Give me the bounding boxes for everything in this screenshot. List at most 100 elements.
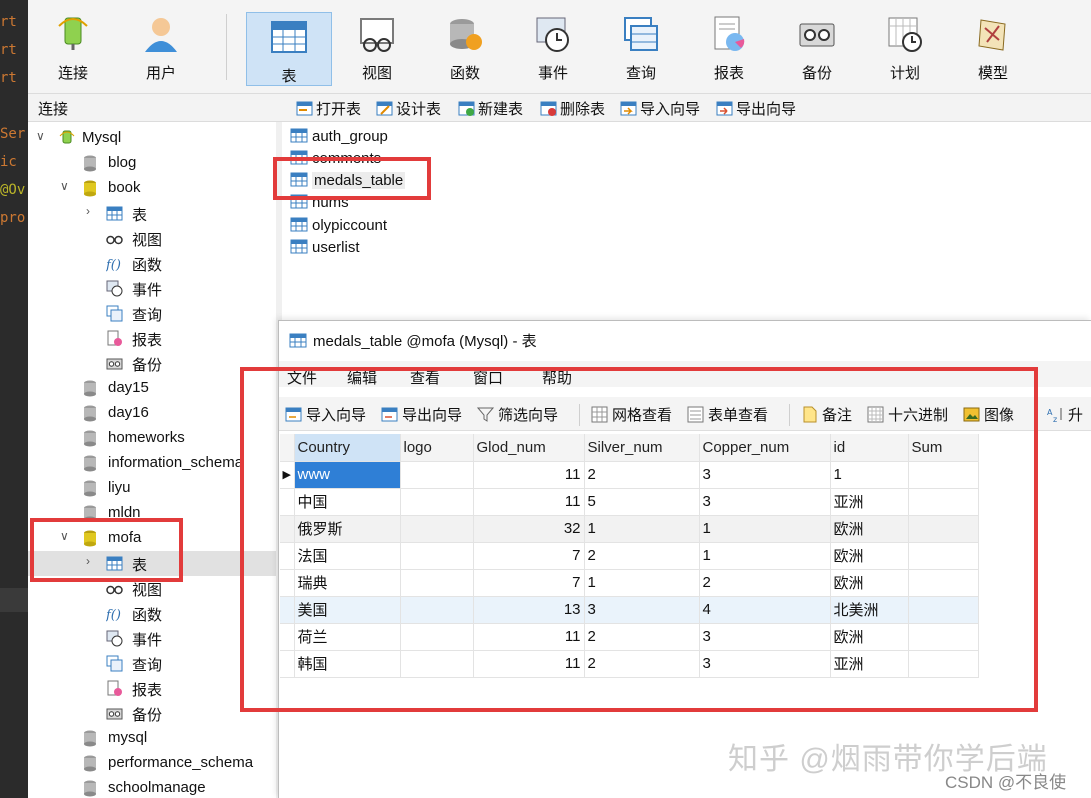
toolbar-separator	[226, 14, 227, 80]
tree-node-database[interactable]: schoolmanage	[28, 776, 282, 798]
code-line: @Ov	[0, 182, 26, 198]
tree-node-label: performance_schema	[108, 754, 254, 771]
toolbar-report-button[interactable]: 报表	[686, 10, 772, 88]
tree-node-label: 查询	[132, 307, 163, 324]
tree-node-label: blog	[108, 154, 137, 171]
database-icon	[84, 480, 96, 497]
export-wizard-icon	[716, 101, 733, 116]
object-toolbar: 打开表 设计表 新建表 删除表 导入向导 导出向导	[282, 94, 1091, 122]
database-icon	[84, 405, 96, 422]
backup-folder-icon	[106, 708, 123, 720]
tree-node-label: schoolmanage	[108, 779, 206, 796]
sort-ascending-label: 升	[1068, 407, 1084, 424]
open-table-button[interactable]: 打开表	[296, 98, 361, 118]
backup-folder-icon	[106, 358, 123, 370]
connection-icon	[58, 17, 88, 50]
toolbar-connection-button[interactable]: 连接	[30, 10, 116, 88]
tree-node-database[interactable]: mysql	[28, 726, 282, 751]
tree-node-tables-folder[interactable]: › 表	[28, 201, 282, 226]
event-folder-icon	[106, 630, 123, 647]
design-table-label: 设计表	[396, 101, 442, 118]
table-window-title: medals_table @mofa (Mysql) - 表	[313, 333, 537, 350]
toolbar-backup-button[interactable]: 备份	[774, 10, 860, 88]
watermark-csdn: CSDN @不良使	[945, 773, 1067, 792]
toolbar-function-button[interactable]: 函数	[422, 10, 508, 88]
expand-open-icon[interactable]: ∨	[36, 129, 45, 143]
annotation-box-medals-table	[273, 157, 431, 200]
open-table-label: 打开表	[316, 101, 362, 118]
tree-node-events-folder[interactable]: 事件	[28, 276, 282, 301]
export-wizard-button[interactable]: 导出向导	[716, 98, 796, 118]
toolbar-label: 事件	[537, 65, 568, 82]
table-list-item-label: userlist	[312, 239, 360, 256]
tree-node-mysql-connection[interactable]: ∨ Mysql	[28, 126, 282, 151]
open-table-icon	[296, 101, 313, 116]
query-icon	[624, 17, 658, 51]
table-icon	[290, 217, 308, 232]
connection-panel-header: 连接	[28, 94, 282, 122]
toolbar-table-button[interactable]: 表	[246, 12, 332, 86]
toolbar-label: 视图	[361, 65, 392, 82]
expand-open-icon[interactable]: ∨	[60, 179, 69, 193]
toolbar-model-button[interactable]: 模型	[950, 10, 1036, 88]
tree-node-reports-folder[interactable]: 报表	[28, 326, 282, 351]
tree-node-label: information_schema	[108, 454, 244, 471]
tree-node-label: 事件	[132, 632, 163, 649]
toolbar-label: 备份	[801, 65, 832, 82]
database-icon	[84, 755, 96, 772]
tree-node-label: 视图	[132, 232, 163, 249]
new-table-icon	[458, 101, 475, 116]
table-icon	[290, 239, 308, 254]
annotation-box-mofa	[30, 518, 183, 582]
table-list-item[interactable]: auth_group	[290, 127, 388, 149]
export-wizard-label: 导出向导	[736, 101, 797, 118]
tree-node-label: day15	[108, 379, 149, 396]
event-folder-icon	[106, 280, 123, 297]
table-list-item[interactable]: olypiccount	[290, 216, 387, 238]
toolbar-query-button[interactable]: 查询	[598, 10, 684, 88]
report-folder-icon	[107, 330, 122, 346]
tree-node-label: 备份	[132, 707, 163, 724]
toolbar-label: 报表	[713, 65, 744, 82]
new-table-button[interactable]: 新建表	[458, 98, 523, 118]
view-icon	[360, 18, 394, 52]
delete-table-button[interactable]: 删除表	[540, 98, 605, 118]
code-line: pro	[0, 210, 26, 226]
code-line: rt	[0, 42, 17, 58]
tree-node-queries-folder[interactable]: 查询	[28, 301, 282, 326]
design-table-button[interactable]: 设计表	[376, 98, 441, 118]
tree-node-database[interactable]: blog	[28, 151, 282, 176]
mysql-connection-icon	[59, 130, 75, 144]
code-line: rt	[0, 14, 17, 30]
tree-node-database[interactable]: performance_schema	[28, 751, 282, 776]
code-line: Ser	[0, 126, 26, 142]
tree-node-label: homeworks	[108, 429, 185, 446]
toolbar-view-button[interactable]: 视图	[334, 10, 420, 88]
tree-node-label: book	[108, 179, 141, 196]
sort-ascending-button[interactable]: Az 升	[1047, 404, 1083, 425]
editor-highlight-band	[0, 588, 28, 612]
tree-node-views-folder[interactable]: 视图	[28, 226, 282, 251]
expand-closed-icon[interactable]: ›	[86, 204, 90, 218]
import-wizard-button[interactable]: 导入向导	[620, 98, 700, 118]
code-editor-strip: rt rt rt Ser ic @Ov pro	[0, 0, 28, 798]
backup-icon	[799, 23, 835, 47]
table-object-list[interactable]: auth_group comments medals_table nums ol…	[282, 122, 1091, 322]
schedule-icon	[888, 17, 922, 52]
design-table-icon	[376, 101, 393, 116]
toolbar-label: 表	[281, 68, 297, 85]
toolbar-label: 连接	[57, 65, 88, 82]
toolbar-user-button[interactable]: 用户	[118, 10, 204, 88]
tree-node-label: 备份	[132, 357, 163, 374]
sort-asc-icon: Az	[1047, 408, 1062, 423]
toolbar-label: 计划	[889, 65, 920, 82]
table-list-item-label: auth_group	[312, 128, 388, 145]
tree-node-database[interactable]: ∨ book	[28, 176, 282, 201]
tree-node-label: 报表	[132, 682, 163, 699]
tree-node-functions-folder[interactable]: f() 函数	[28, 251, 282, 276]
toolbar-event-button[interactable]: 事件	[510, 10, 596, 88]
table-window-title-bar[interactable]: medals_table @mofa (Mysql) - 表	[279, 321, 1091, 361]
toolbar-schedule-button[interactable]: 计划	[862, 10, 948, 88]
main-toolbar: 连接 用户 表 视图 函数 事件 查询 报表 备份 计划 模型	[28, 0, 1091, 94]
table-list-item[interactable]: userlist	[290, 238, 360, 260]
